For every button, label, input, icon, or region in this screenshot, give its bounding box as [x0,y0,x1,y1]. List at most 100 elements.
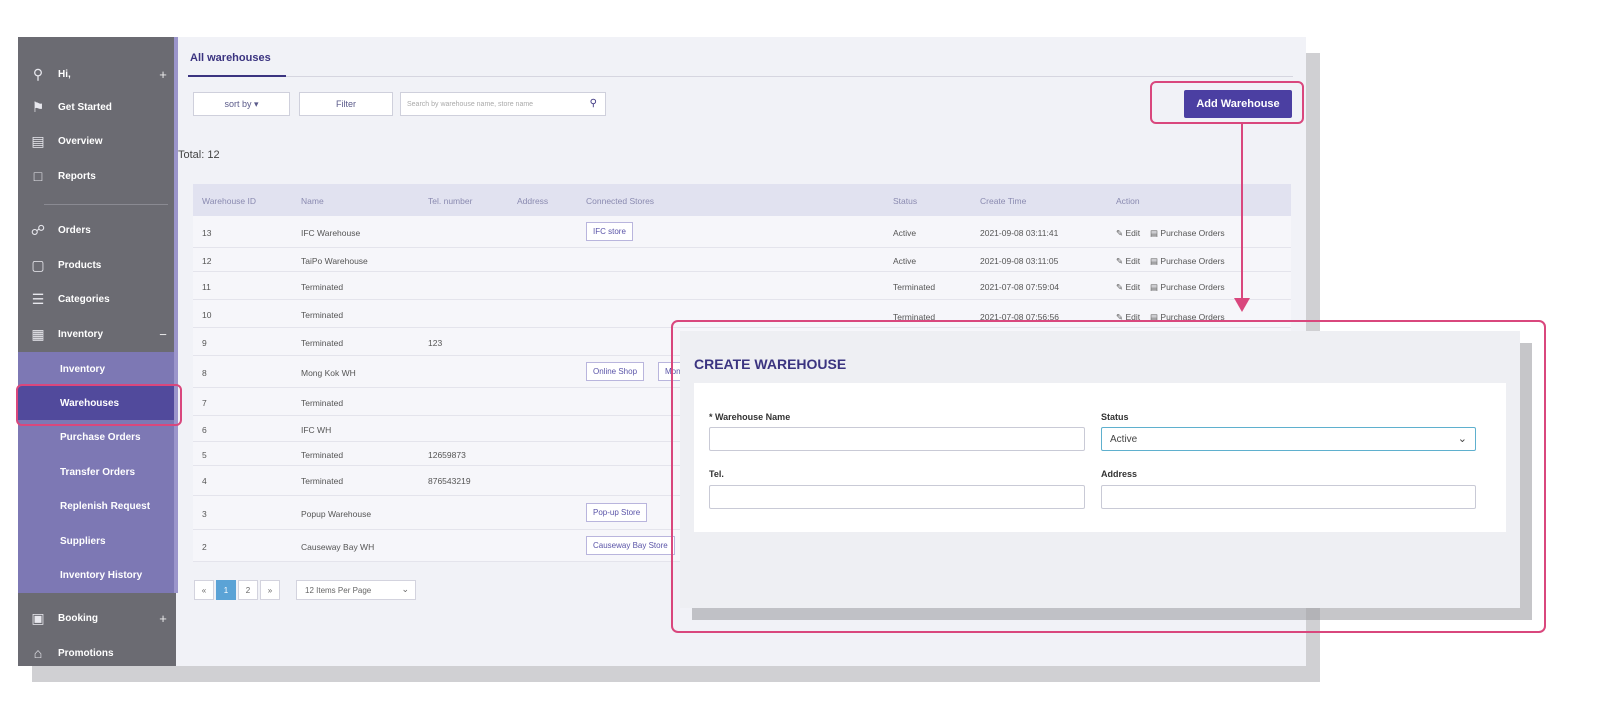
collapse-icon[interactable]: − [150,327,176,342]
search-icon[interactable]: ⚲ [590,98,597,109]
pagination-prev[interactable]: « [194,580,214,600]
tag-icon: ⌂ [33,645,43,661]
expand-icon[interactable]: + [150,67,176,82]
pagination-next[interactable]: » [260,580,280,600]
cart-icon: ☍ [30,221,46,238]
sidebar-item-label: Overview [58,135,103,147]
flag-icon: ⚑ [31,98,45,115]
connected-store-tag[interactable]: IFC store [586,222,633,241]
sidebar-item-label: Products [58,259,102,271]
annotation-arrow-line [1241,124,1243,300]
sidebar-item-user[interactable]: ⚲ Hi, + [18,57,176,91]
sidebar-item-booking[interactable]: ▣ Booking + [18,601,176,635]
pagination-page-1[interactable]: 1 [216,580,236,600]
add-warehouse-highlight [1150,81,1304,124]
status-select-value: Active [1110,433,1138,445]
create-time: 2021-09-08 03:11:41 [980,228,1059,238]
status-select[interactable]: Active ⌄ [1101,427,1476,451]
column-header: Create Time [980,196,1027,206]
sidebar-item-label: Booking [58,612,98,624]
warehouse-id: 7 [202,398,207,408]
warehouse-name: Terminated [301,310,344,320]
boxes-icon: ▦ [31,325,45,342]
table-row: 11 Terminated Terminated 2021-07-08 07:5… [193,272,1291,300]
sidebar-item-categories[interactable]: ☰ Categories [18,282,176,316]
column-header: Connected Stores [586,196,655,206]
purchase-orders-link[interactable]: ▤ Purchase Orders [1150,256,1225,267]
create-time: 2021-09-08 03:11:05 [980,256,1059,266]
document-icon: ▤ [1150,256,1161,266]
purchase-orders-link[interactable]: ▤ Purchase Orders [1150,282,1225,293]
address-label: Address [1101,469,1138,479]
search-input[interactable]: Search by warehouse name, store name ⚲ [400,92,606,116]
sidebar-item-get-started[interactable]: ⚑ Get Started [18,90,176,124]
sort-dropdown[interactable]: sort by ▾ [193,92,290,116]
tab-all-warehouses[interactable]: All warehouses [190,52,271,64]
search-placeholder: Search by warehouse name, store name [407,100,534,108]
sidebar-item-overview[interactable]: ▤ Overview [18,124,176,158]
address-input[interactable] [1101,485,1476,509]
connected-store-tag[interactable]: Causeway Bay Store [586,536,675,555]
create-time: 2021-07-08 07:59:04 [980,282,1059,292]
screenshot-stage: ⚲ Hi, + ⚑ Get Started ▤ Overview □ Repor… [0,0,1599,722]
warehouse-name-input[interactable] [709,427,1085,451]
sidebar-item-label: Categories [58,293,110,305]
expand-icon[interactable]: + [150,611,176,626]
edit-link[interactable]: ✎ Edit [1116,256,1140,267]
submenu-item-replenish-request[interactable]: Replenish Request [18,489,176,523]
edit-link[interactable]: ✎ Edit [1116,282,1140,293]
submenu-item-transfer-orders[interactable]: Transfer Orders [18,455,176,489]
sidebar-item-label: Inventory [58,328,104,340]
warehouse-name: Terminated [301,450,344,460]
warehouse-id: 9 [202,338,207,348]
sidebar-item-label: Promotions [58,647,114,659]
warehouse-status: Terminated [893,282,936,292]
sidebar-item-orders[interactable]: ☍ Orders [18,213,176,247]
tab-divider [188,76,1293,77]
warehouse-id: 2 [202,542,207,552]
warehouse-tel: 12659873 [428,450,466,460]
filter-button[interactable]: Filter [299,92,393,116]
warehouse-id: 5 [202,450,207,460]
warehouse-tel: 876543219 [428,476,471,486]
sidebar-item-reports[interactable]: □ Reports [18,159,176,193]
edit-label: Edit [1125,282,1141,292]
warehouse-id: 11 [202,282,211,292]
warehouse-status: Active [893,228,917,238]
table-header: Warehouse ID Name Tel. number Address Co… [193,184,1291,216]
purchase-orders-link[interactable]: ▤ Purchase Orders [1150,228,1225,239]
sidebar-item-label: Hi, [58,68,71,80]
warehouse-name: Terminated [301,476,344,486]
sidebar: ⚲ Hi, + ⚑ Get Started ▤ Overview □ Repor… [18,37,176,666]
total-count: Total: 12 [178,149,220,161]
warehouse-name: Mong Kok WH [301,368,356,378]
warehouse-id: 10 [202,310,212,320]
tel-input[interactable] [709,485,1085,509]
purchase-orders-label: Purchase Orders [1160,282,1225,292]
file-icon: □ [33,168,43,184]
warehouse-name: Terminated [301,282,344,292]
sidebar-divider [44,204,168,205]
connected-store-tag[interactable]: Online Shop [586,362,645,381]
submenu-item-inventory-history[interactable]: Inventory History [18,558,176,592]
table-row: 13 IFC Warehouse IFC store Active 2021-0… [193,216,1291,248]
submenu-item-inventory[interactable]: Inventory [18,352,176,386]
column-header: Warehouse ID [202,196,257,206]
items-per-page-value: 12 Items Per Page [305,585,372,595]
edit-link[interactable]: ✎ Edit [1116,228,1140,239]
items-per-page-select[interactable]: 12 Items Per Page ⌄ [296,580,416,600]
warehouse-id: 13 [202,228,212,238]
document-icon: ▤ [1150,228,1161,238]
sidebar-item-inventory[interactable]: ▦ Inventory − [18,317,176,351]
connected-store-tag[interactable]: Pop-up Store [586,503,648,522]
sidebar-item-label: Reports [58,170,96,182]
sidebar-item-promotions[interactable]: ⌂ Promotions [18,636,176,666]
sidebar-item-products[interactable]: ▢ Products [18,248,176,282]
pagination-page-2[interactable]: 2 [238,580,258,600]
list-icon: ☰ [31,290,45,307]
edit-label: Edit [1125,256,1141,266]
submenu-item-suppliers[interactable]: Suppliers [18,524,176,558]
annotation-arrow-head [1234,298,1250,312]
status-label: Status [1101,412,1129,422]
table-row: 12 TaiPo Warehouse Active 2021-09-08 03:… [193,248,1291,272]
